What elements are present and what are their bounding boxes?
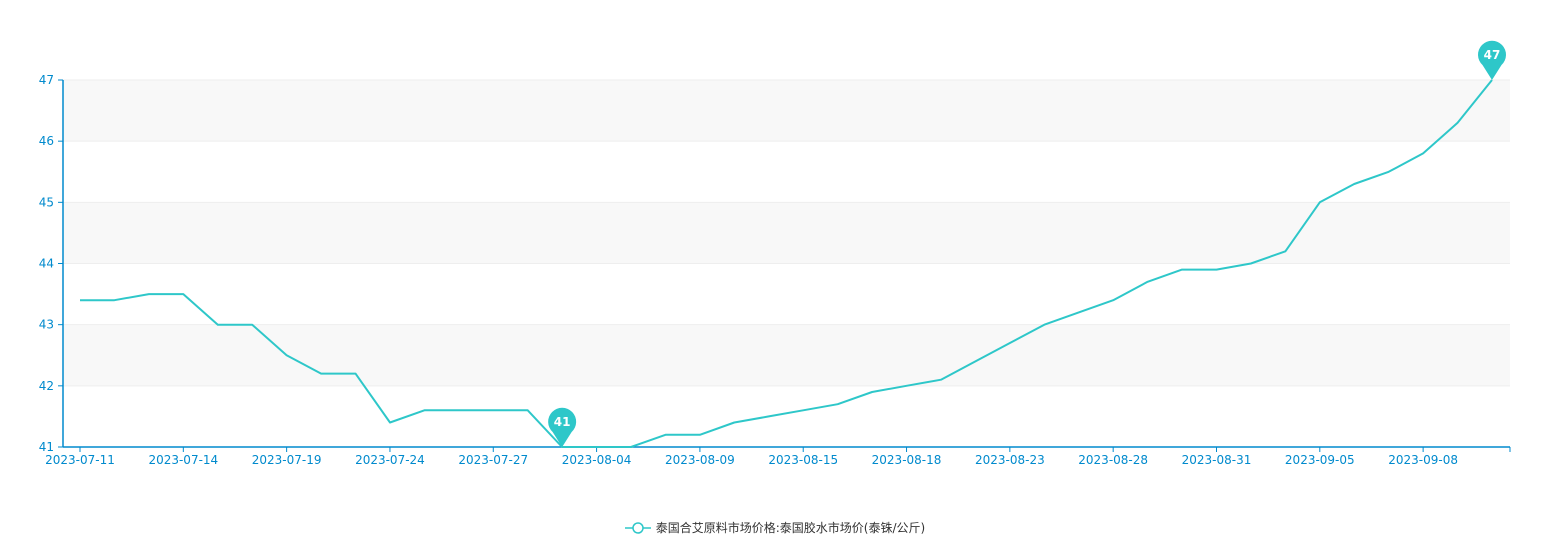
x-tick-label: 2023-08-31 [1182, 453, 1252, 467]
x-axis-ticks: 2023-07-11 2023-07-14 2023-07-19 2023-07-24… [45, 447, 1458, 467]
x-tick-label: 2023-08-15 [768, 453, 838, 467]
y-tick-label: 42 [39, 379, 54, 393]
x-tick-label: 2023-07-11 [45, 453, 115, 467]
x-tick-label: 2023-09-08 [1388, 453, 1458, 467]
x-tick-label: 2023-08-23 [975, 453, 1045, 467]
x-tick-label: 2023-07-24 [355, 453, 425, 467]
y-axis-ticks: 41 42 43 44 45 46 47 [39, 73, 63, 454]
legend-line-circle-icon [624, 521, 651, 534]
y-tick-label: 46 [39, 134, 54, 148]
y-tick-label: 47 [39, 73, 54, 87]
x-tick-label: 2023-08-18 [872, 453, 942, 467]
y-tick-label: 41 [39, 440, 54, 454]
marker-label: 41 [554, 415, 571, 429]
x-tick-label: 2023-08-09 [665, 453, 735, 467]
chart-root: 41 42 43 44 45 46 47 2023-07-11 2023-07-14 2023-… [0, 0, 1550, 547]
x-tick-label: 2023-08-04 [562, 453, 632, 467]
x-tick-label: 2023-07-14 [148, 453, 218, 467]
grid-band [63, 263, 1510, 325]
y-tick-label: 43 [39, 318, 54, 332]
x-tick-label: 2023-07-27 [458, 453, 528, 467]
x-tick-label: 2023-09-05 [1285, 453, 1355, 467]
grid-band [63, 385, 1510, 447]
x-tick-label: 2023-08-28 [1078, 453, 1148, 467]
grid-band [63, 202, 1510, 264]
x-tick-label: 2023-07-19 [252, 453, 322, 467]
legend[interactable]: 泰国合艾原料市场价格:泰国胶水市场价(泰铢/公斤) [0, 519, 1550, 536]
line-chart: 41424344454647 2023-07-11 2023-07-14 2023-… [39, 40, 1511, 467]
grid-band [63, 324, 1510, 386]
legend-label: 泰国合艾原料市场价格:泰国胶水市场价(泰铢/公斤) [655, 521, 926, 535]
y-tick-label: 45 [39, 195, 54, 209]
grid-band [63, 80, 1510, 142]
marker-label: 47 [1484, 48, 1501, 62]
y-tick-label: 44 [39, 257, 54, 271]
grid-band [63, 141, 1510, 203]
